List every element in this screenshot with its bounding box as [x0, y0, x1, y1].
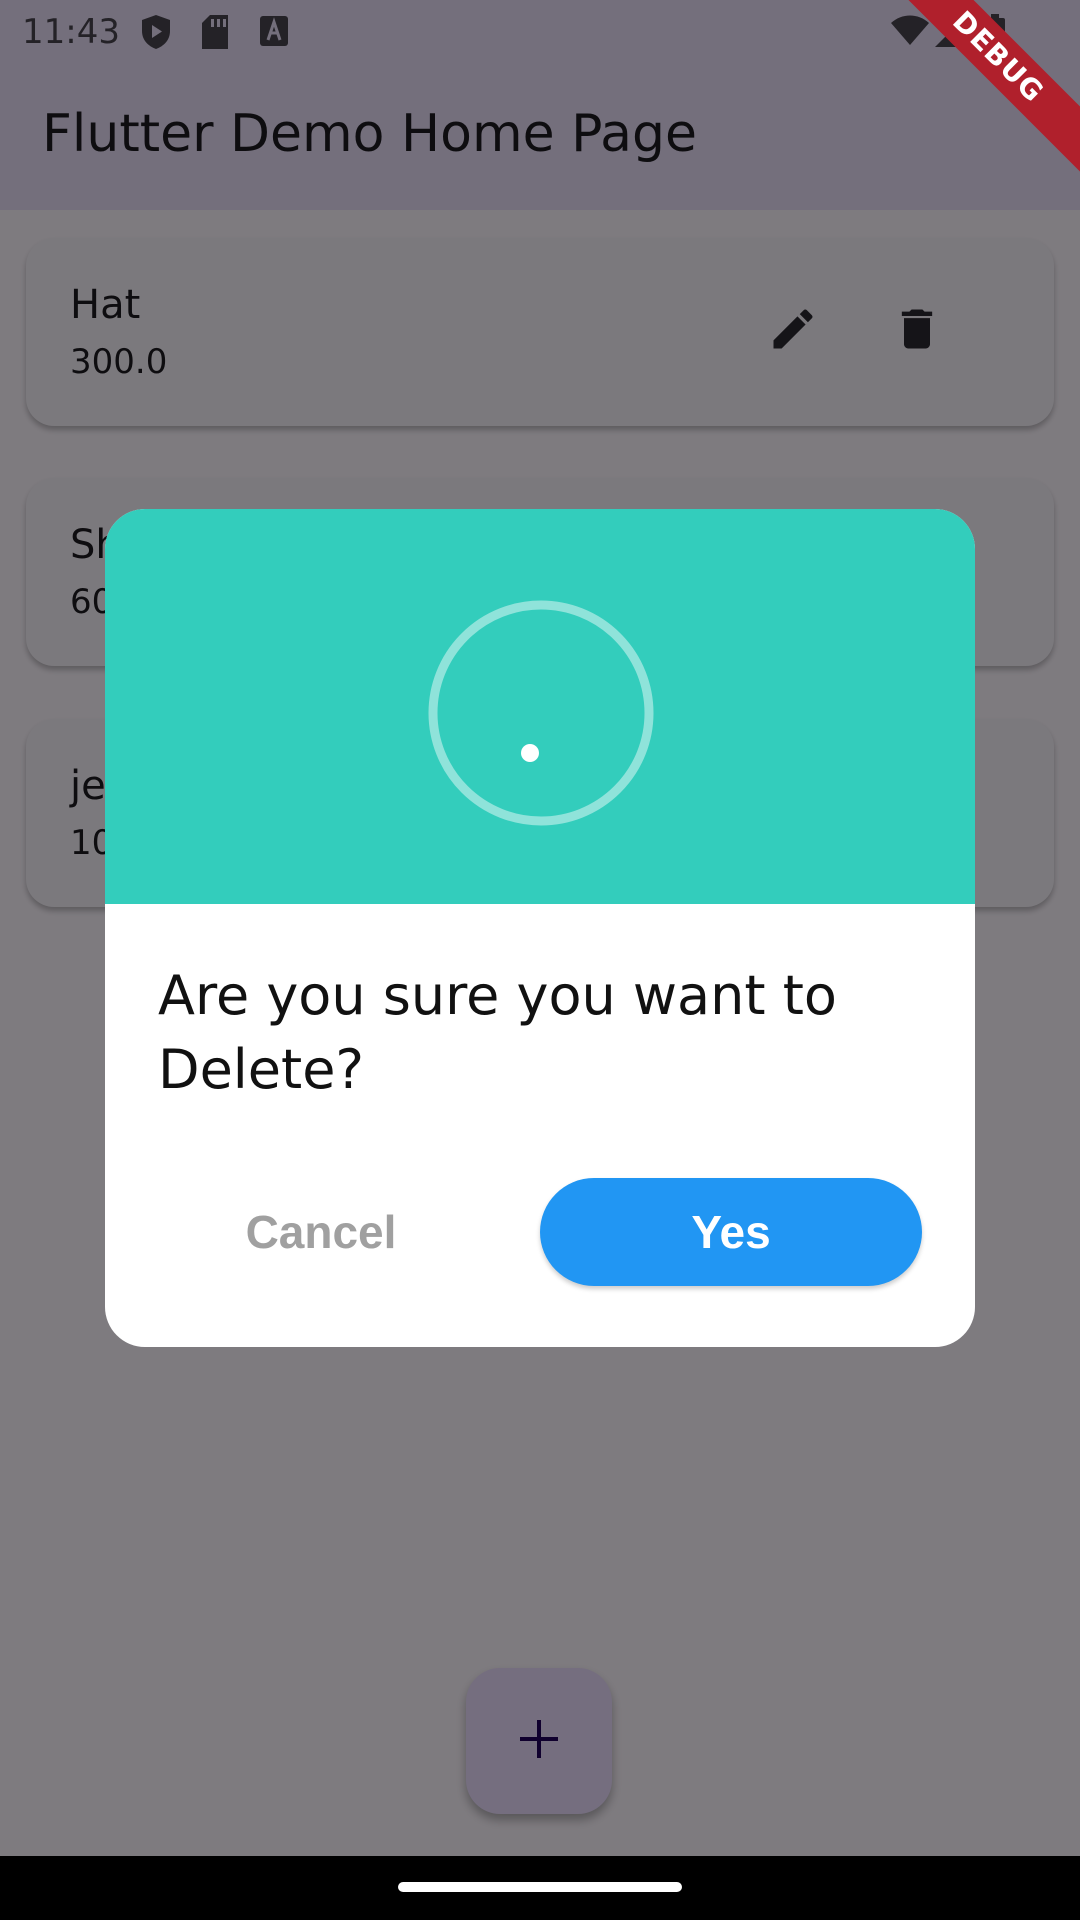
dialog-message: Are you sure you want to Delete?	[158, 964, 837, 1101]
navigation-bar	[0, 1856, 1080, 1920]
home-gesture-handle[interactable]	[398, 1882, 682, 1892]
confirm-yes-button[interactable]: Yes	[540, 1178, 922, 1286]
dialog-header	[105, 509, 975, 904]
loading-spinner-icon	[421, 593, 661, 837]
cancel-button[interactable]: Cancel	[191, 1178, 451, 1286]
delete-confirm-dialog: Are you sure you want to Delete? Cancel …	[105, 509, 975, 1347]
